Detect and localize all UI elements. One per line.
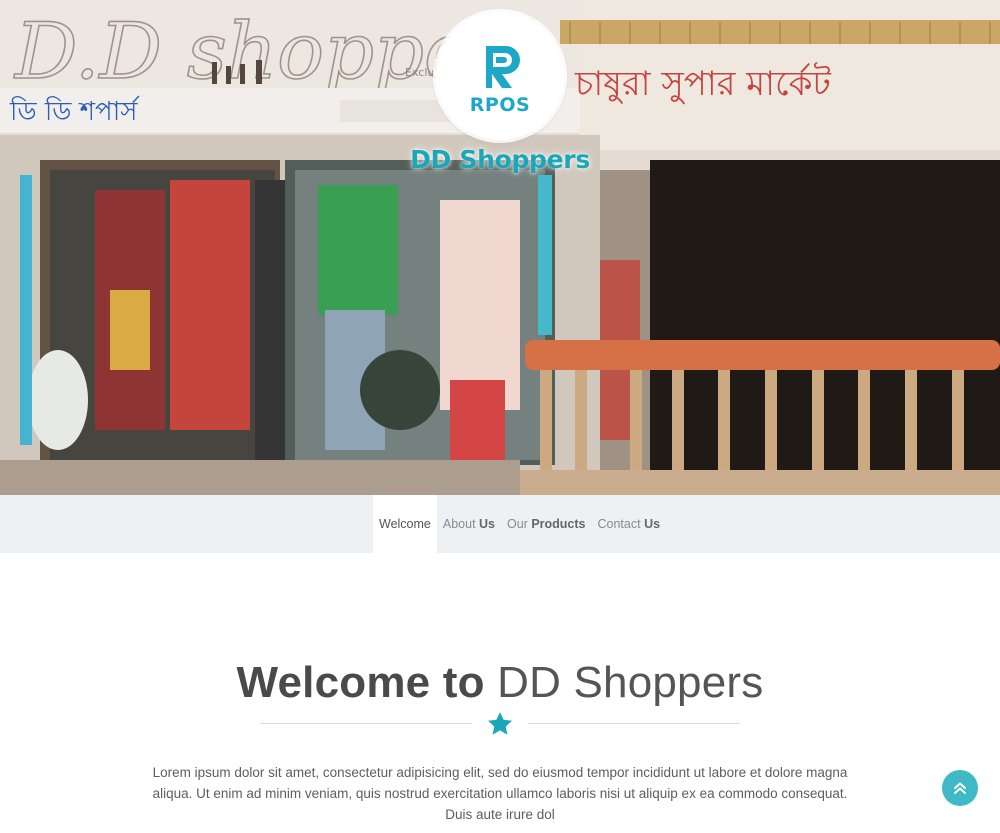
nav-item-contact-bold: Us (644, 517, 661, 531)
nav-item-about-label: About (442, 517, 480, 531)
star-icon (487, 712, 513, 735)
welcome-heading: Welcome to DD Shoppers (0, 658, 1000, 708)
nav-item-about-us[interactable]: About Us (437, 495, 501, 553)
nav-item-products-bold: Products (531, 517, 586, 531)
nav-menu: Welcome About Us Our Products Contact Us (373, 495, 666, 553)
back-to-top-button[interactable] (942, 770, 978, 806)
logo-badge[interactable]: RPOS (436, 12, 564, 140)
welcome-heading-light: DD Shoppers (497, 658, 764, 707)
logo-text: RPOS (469, 94, 531, 116)
shop-name: DD Shoppers (410, 145, 590, 174)
divider-line-right (528, 723, 740, 724)
welcome-heading-strong: Welcome to (236, 658, 485, 707)
main-nav: Welcome About Us Our Products Contact Us (0, 495, 1000, 553)
nav-item-our-products[interactable]: Our Products (501, 495, 592, 553)
hero-banner: D.D shoppers Exclu ডি ডি শপার্স চাষুরা স… (0, 0, 1000, 495)
nav-item-about-bold: Us (479, 517, 495, 531)
divider-line-left (260, 723, 472, 724)
nav-item-contact-label: Contact (597, 517, 645, 531)
nav-item-contact-us[interactable]: Contact Us (592, 495, 667, 553)
double-chevron-up-icon (954, 782, 966, 794)
nav-item-welcome-label: Welcome (379, 517, 431, 531)
heading-divider (260, 707, 740, 741)
nav-item-products-label: Our (507, 517, 532, 531)
rpos-logo-icon (486, 46, 520, 88)
nav-item-welcome[interactable]: Welcome (373, 495, 437, 553)
welcome-intro-text: Lorem ipsum dolor sit amet, consectetur … (152, 765, 848, 822)
